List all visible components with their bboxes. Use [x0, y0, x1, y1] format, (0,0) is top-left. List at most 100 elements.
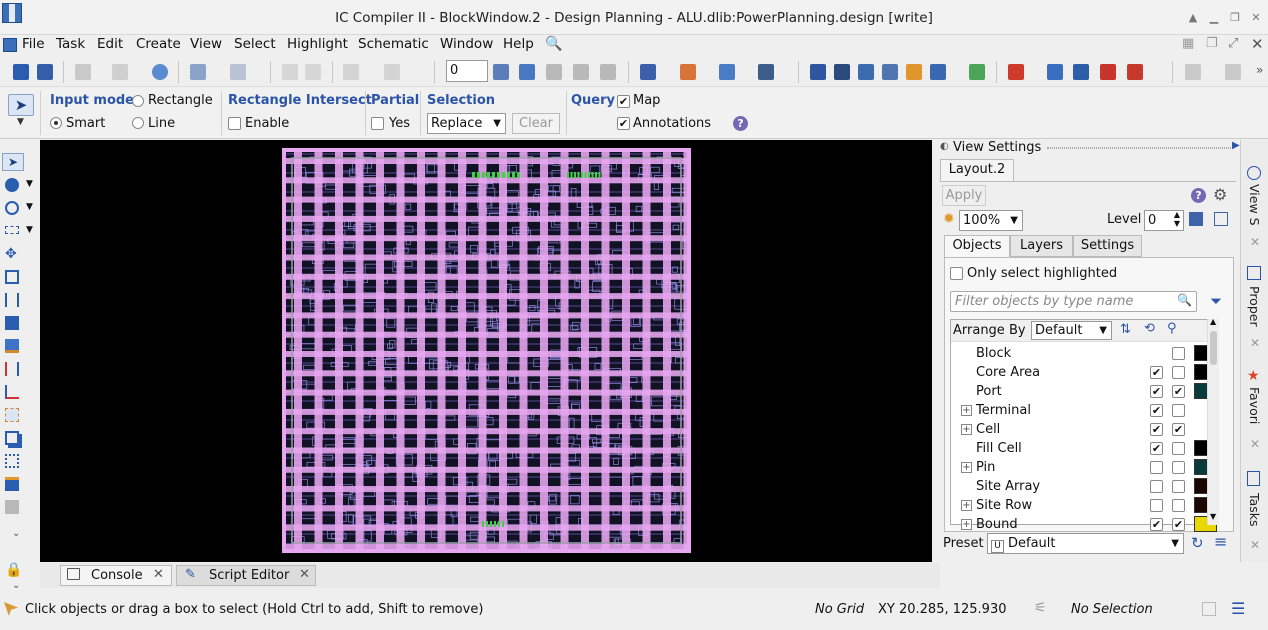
- visible-checkbox[interactable]: ✔: [1150, 366, 1163, 379]
- selectable-column-icon[interactable]: ⟲: [1144, 321, 1155, 336]
- refresh-icon[interactable]: ↻: [1191, 534, 1204, 552]
- undo-icon[interactable]: [343, 64, 359, 80]
- route-icon[interactable]: [190, 64, 206, 80]
- legal-icon[interactable]: [969, 64, 985, 80]
- menu-window[interactable]: Window: [440, 35, 493, 57]
- array-icon[interactable]: [930, 64, 946, 80]
- panel-collapse-icon[interactable]: ▶: [1232, 140, 1240, 151]
- object-row-port[interactable]: Port ✔ ✔: [961, 382, 1217, 401]
- expand-icon[interactable]: +: [961, 519, 972, 530]
- object-row-block[interactable]: Block: [961, 344, 1217, 363]
- panel-grip-icon[interactable]: ◐: [940, 141, 950, 153]
- toolbox-expand-icon[interactable]: ⌄: [12, 528, 20, 539]
- info-icon[interactable]: [5, 178, 19, 192]
- selectable-checkbox[interactable]: [1172, 442, 1185, 455]
- expand-icon[interactable]: +: [961, 424, 972, 435]
- menu-create[interactable]: Create: [136, 35, 181, 57]
- side-close-2-icon[interactable]: ✕: [1250, 336, 1260, 350]
- align-tool-icon[interactable]: [5, 477, 19, 491]
- menu-edit[interactable]: Edit: [97, 35, 123, 57]
- save-icon[interactable]: [37, 64, 53, 80]
- tab-console[interactable]: Console ✕: [60, 565, 172, 586]
- smart-radio[interactable]: [50, 117, 62, 129]
- layer-icon[interactable]: [5, 339, 19, 353]
- menu-task[interactable]: Task: [56, 35, 85, 57]
- menu-help[interactable]: Help: [503, 35, 534, 57]
- shape-icon[interactable]: [5, 316, 19, 330]
- zoom-sel-icon[interactable]: [305, 64, 321, 80]
- sort-icon[interactable]: ⇅: [1120, 322, 1131, 337]
- tab-settings[interactable]: Settings: [1073, 235, 1142, 257]
- visible-checkbox[interactable]: [1150, 480, 1163, 493]
- preset-dropdown[interactable]: U Default ▼: [987, 533, 1184, 554]
- array-tool-icon[interactable]: [5, 454, 19, 468]
- grid-icon[interactable]: [858, 64, 874, 80]
- info-dropdown-icon[interactable]: ▼: [26, 179, 33, 189]
- restore-icon[interactable]: ❐: [1227, 10, 1243, 26]
- enable-checkbox[interactable]: [228, 117, 241, 130]
- visible-checkbox[interactable]: [1150, 499, 1163, 512]
- settings-tool-icon[interactable]: [1214, 212, 1228, 226]
- object-row-terminal[interactable]: + Terminal ✔: [961, 401, 1216, 420]
- select-dropdown-icon[interactable]: ▼: [17, 117, 24, 127]
- measure-icon[interactable]: ⚟: [1034, 600, 1047, 616]
- menu-file[interactable]: File: [22, 35, 45, 57]
- cascade-icon[interactable]: ❐: [1206, 36, 1218, 51]
- macro-icon[interactable]: [906, 64, 922, 80]
- ruler-dropdown-icon[interactable]: ▼: [26, 225, 33, 235]
- chart-icon[interactable]: [1047, 64, 1063, 80]
- panel-help-icon[interactable]: ?: [1191, 188, 1206, 203]
- selectable-checkbox[interactable]: ✔: [1172, 518, 1185, 531]
- camera-icon[interactable]: [758, 64, 774, 80]
- mirror-icon[interactable]: [5, 362, 19, 376]
- split-icon[interactable]: [5, 293, 19, 307]
- side-tab-properties[interactable]: Proper: [1247, 286, 1262, 327]
- visible-checkbox[interactable]: ✔: [1150, 423, 1163, 436]
- netlist-icon[interactable]: [519, 64, 535, 80]
- ruler-icon[interactable]: [5, 226, 19, 234]
- tab-objects[interactable]: Objects: [944, 235, 1010, 257]
- status-list-icon[interactable]: ☰: [1231, 599, 1245, 618]
- align-top-icon[interactable]: [600, 64, 616, 80]
- side-close-4-icon[interactable]: ✕: [1250, 538, 1260, 552]
- favorites-star-icon[interactable]: ★: [1247, 368, 1260, 384]
- expand-icon[interactable]: ⤢: [1228, 36, 1238, 51]
- window-up-icon[interactable]: ▲: [1185, 10, 1201, 26]
- rectangle-radio[interactable]: [132, 95, 144, 107]
- object-row-core-area[interactable]: Core Area ✔: [961, 363, 1217, 382]
- scroll-down-icon[interactable]: ▼: [1210, 512, 1216, 521]
- selectable-checkbox[interactable]: [1172, 499, 1185, 512]
- hamburger-menu-icon[interactable]: ≡: [1214, 532, 1227, 551]
- stretch-icon[interactable]: [5, 270, 19, 284]
- selectable-checkbox[interactable]: [1172, 366, 1185, 379]
- distribute-icon[interactable]: [573, 64, 589, 80]
- object-row-site-array[interactable]: Site Array: [961, 477, 1217, 496]
- side-close-3-icon[interactable]: ✕: [1250, 437, 1260, 451]
- tile-icon[interactable]: ▦: [1182, 36, 1194, 51]
- scroll-up-icon[interactable]: ▲: [1210, 317, 1216, 326]
- delete-icon[interactable]: [112, 64, 128, 80]
- menu-schematic[interactable]: Schematic: [358, 35, 429, 57]
- side-close-1-icon[interactable]: ✕: [1250, 235, 1260, 249]
- arrange-by-dropdown[interactable]: Default ▼: [1031, 321, 1112, 340]
- help-icon[interactable]: ?: [733, 116, 748, 131]
- panel-drag-bar[interactable]: [1047, 147, 1231, 149]
- script-editor-close-icon[interactable]: ✕: [299, 567, 310, 582]
- menu-view[interactable]: View: [190, 35, 222, 57]
- visible-checkbox[interactable]: ✔: [1150, 518, 1163, 531]
- route2-icon[interactable]: [230, 64, 246, 80]
- route-tool-icon[interactable]: [5, 385, 19, 399]
- side-tab-favorites[interactable]: Favori: [1247, 387, 1262, 424]
- align-icon[interactable]: [546, 64, 562, 80]
- zoom-fit-icon[interactable]: [282, 64, 298, 80]
- visible-checkbox[interactable]: ✔: [1150, 404, 1163, 417]
- region-icon[interactable]: [5, 408, 19, 422]
- spin-input[interactable]: 0: [446, 60, 488, 82]
- side-tab-view-settings[interactable]: View S: [1247, 184, 1262, 226]
- tab-layers[interactable]: Layers: [1010, 235, 1073, 257]
- zoom-dropdown[interactable]: 100% ▼: [959, 210, 1023, 231]
- map-checkbox[interactable]: ✔: [617, 95, 630, 108]
- copy-icon[interactable]: [5, 431, 19, 445]
- lock-icon[interactable]: 🔒: [5, 562, 22, 578]
- tab-layout-2[interactable]: Layout.2: [940, 159, 1014, 181]
